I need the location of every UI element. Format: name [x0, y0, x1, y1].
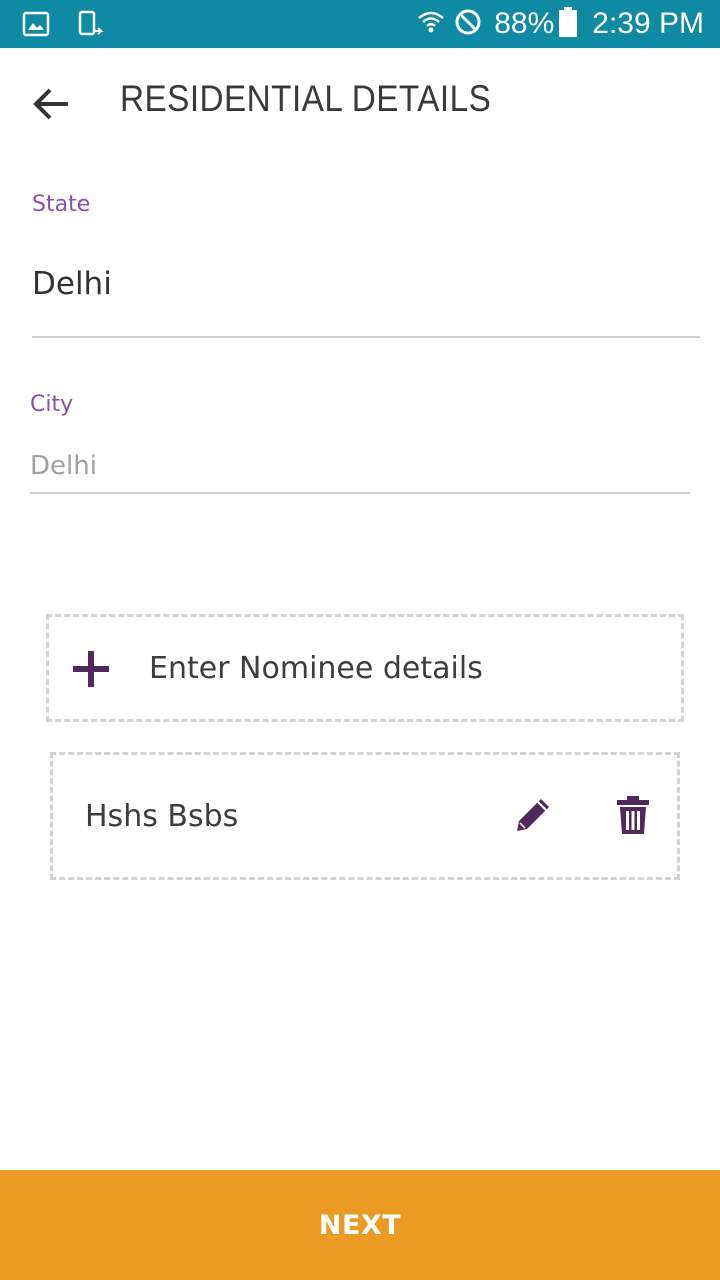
pencil-icon[interactable] [513, 795, 553, 835]
city-underline [30, 492, 690, 494]
wifi-icon [416, 7, 446, 41]
next-button[interactable]: NEXT [0, 1170, 720, 1280]
nominee-name: Hshs Bsbs [85, 799, 239, 834]
clock: 2:39 PM [592, 7, 704, 40]
residential-details-screen: 88% 2:39 PM RESIDENTIAL DETAILS State De… [0, 0, 720, 1280]
nominee-card: Hshs Bsbs [50, 752, 680, 880]
battery-icon [558, 6, 578, 42]
state-underline [32, 336, 700, 338]
next-label: NEXT [318, 1209, 402, 1241]
battery-percent: 88% [494, 7, 555, 40]
city-input[interactable] [30, 446, 690, 486]
plus-icon [73, 651, 109, 687]
back-button[interactable] [30, 84, 74, 124]
state-field[interactable]: Delhi [32, 266, 112, 302]
page-title: RESIDENTIAL DETAILS [120, 78, 492, 119]
city-label: City [30, 392, 74, 417]
screen-rotate-icon [76, 10, 104, 42]
add-nominee-button[interactable]: Enter Nominee details [46, 614, 684, 722]
gallery-icon [22, 10, 50, 42]
do-not-disturb-icon [454, 8, 482, 40]
status-bar: 88% 2:39 PM [0, 0, 720, 48]
status-bar-left [22, 10, 104, 42]
arrow-left-icon [33, 88, 68, 120]
state-label: State [32, 192, 91, 217]
trash-icon[interactable] [615, 795, 651, 835]
status-bar-right: 88% 2:39 PM [416, 0, 704, 48]
add-nominee-label: Enter Nominee details [149, 651, 483, 686]
app-header: RESIDENTIAL DETAILS [0, 48, 720, 160]
